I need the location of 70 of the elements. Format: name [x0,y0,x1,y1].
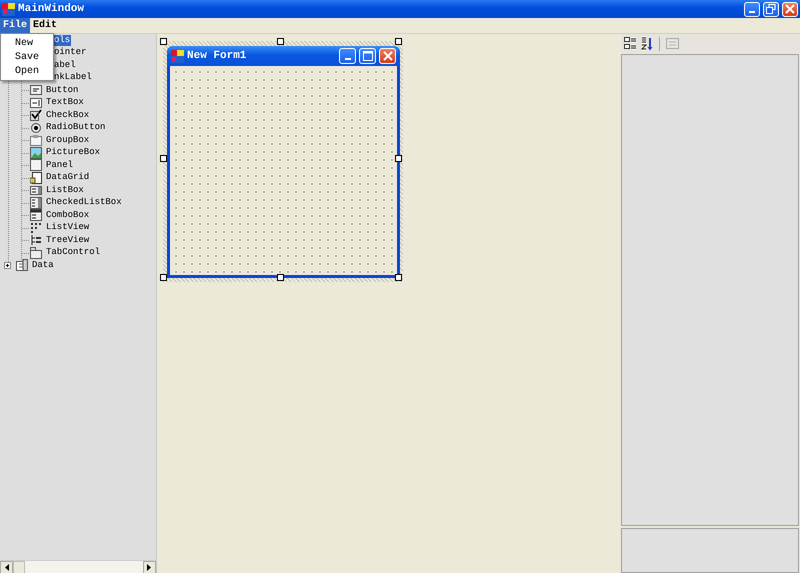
treeview-icon [30,234,42,246]
resize-handle[interactable] [395,274,402,281]
resize-handle[interactable] [277,274,284,281]
minimize-icon [344,58,350,60]
tree-item[interactable]: DataGrid [45,172,90,184]
tree-item[interactable]: PictureBox [45,147,102,158]
sort-icon [641,36,653,50]
resize-handle[interactable] [395,38,402,45]
maximize-icon [362,51,372,61]
window-title: MainWindow [18,3,86,15]
picture-icon [30,146,42,159]
tree-item[interactable]: Data [31,260,55,271]
menu-item[interactable]: File [0,18,30,33]
minimize-button[interactable] [339,48,356,64]
button-icon [30,84,42,96]
listview-icon [30,222,42,234]
minimize-button[interactable] [744,2,760,16]
tree-item[interactable]: ointer [53,47,88,58]
maximize-button[interactable] [359,48,376,64]
app-icon [2,2,15,16]
scroll-right-button[interactable] [143,561,156,573]
folder-icon [16,259,28,272]
close-icon [785,4,795,14]
checkbox-icon [30,109,42,122]
tree-item[interactable]: abel [53,60,77,71]
minimize-icon [749,11,755,13]
tree-item[interactable]: TabControl [45,247,102,258]
resize-handle[interactable] [160,155,167,162]
right-arrow-icon [147,564,152,571]
resize-handle[interactable] [160,38,167,45]
tree-item[interactable]: GroupBox [45,134,90,146]
restore-icon [766,4,776,14]
menu-item[interactable]: Edit [30,18,60,33]
close-button[interactable] [782,2,798,16]
tree-item[interactable]: CheckBox [45,110,90,121]
textbox-icon [30,96,42,109]
panel-icon [30,159,42,172]
close-button[interactable] [379,48,396,64]
groupbox-icon [30,134,42,146]
grid-icon [30,172,42,184]
restore-button[interactable] [763,2,779,16]
combobox-icon [30,209,42,222]
menu-option[interactable]: Save [1,51,53,63]
form-title: New Form1 [187,50,248,62]
tree-item[interactable]: ComboBox [45,210,90,221]
radio-icon [30,122,42,134]
tree-item[interactable]: CheckedListBox [45,197,123,208]
tree-item[interactable]: TextBox [45,97,85,108]
menu-option[interactable]: New [1,37,53,49]
tree-item[interactable]: ListBox [45,184,85,196]
tree-item[interactable]: nkLabel [53,72,93,84]
property-pages-icon [666,38,679,49]
tree-item[interactable]: ols [53,34,72,46]
form-icon [171,50,184,62]
tree-item[interactable]: Button [45,84,80,96]
scroll-left-button[interactable] [0,561,13,573]
resize-handle[interactable] [277,38,284,45]
tree-item[interactable]: RadioButton [45,122,106,134]
form-window[interactable]: New Form1 [167,46,400,278]
left-arrow-icon [4,564,9,571]
categorized-icon [624,37,637,50]
tree-item[interactable]: ListView [45,222,90,234]
tree-item[interactable]: TreeView [45,234,90,246]
menu-option[interactable]: Open [1,65,53,77]
tab-icon [30,246,42,259]
scrollbar-thumb[interactable] [13,561,25,573]
close-icon [382,51,392,61]
tree-item[interactable]: Panel [45,160,74,171]
resize-handle[interactable] [395,155,402,162]
resize-handle[interactable] [160,274,167,281]
